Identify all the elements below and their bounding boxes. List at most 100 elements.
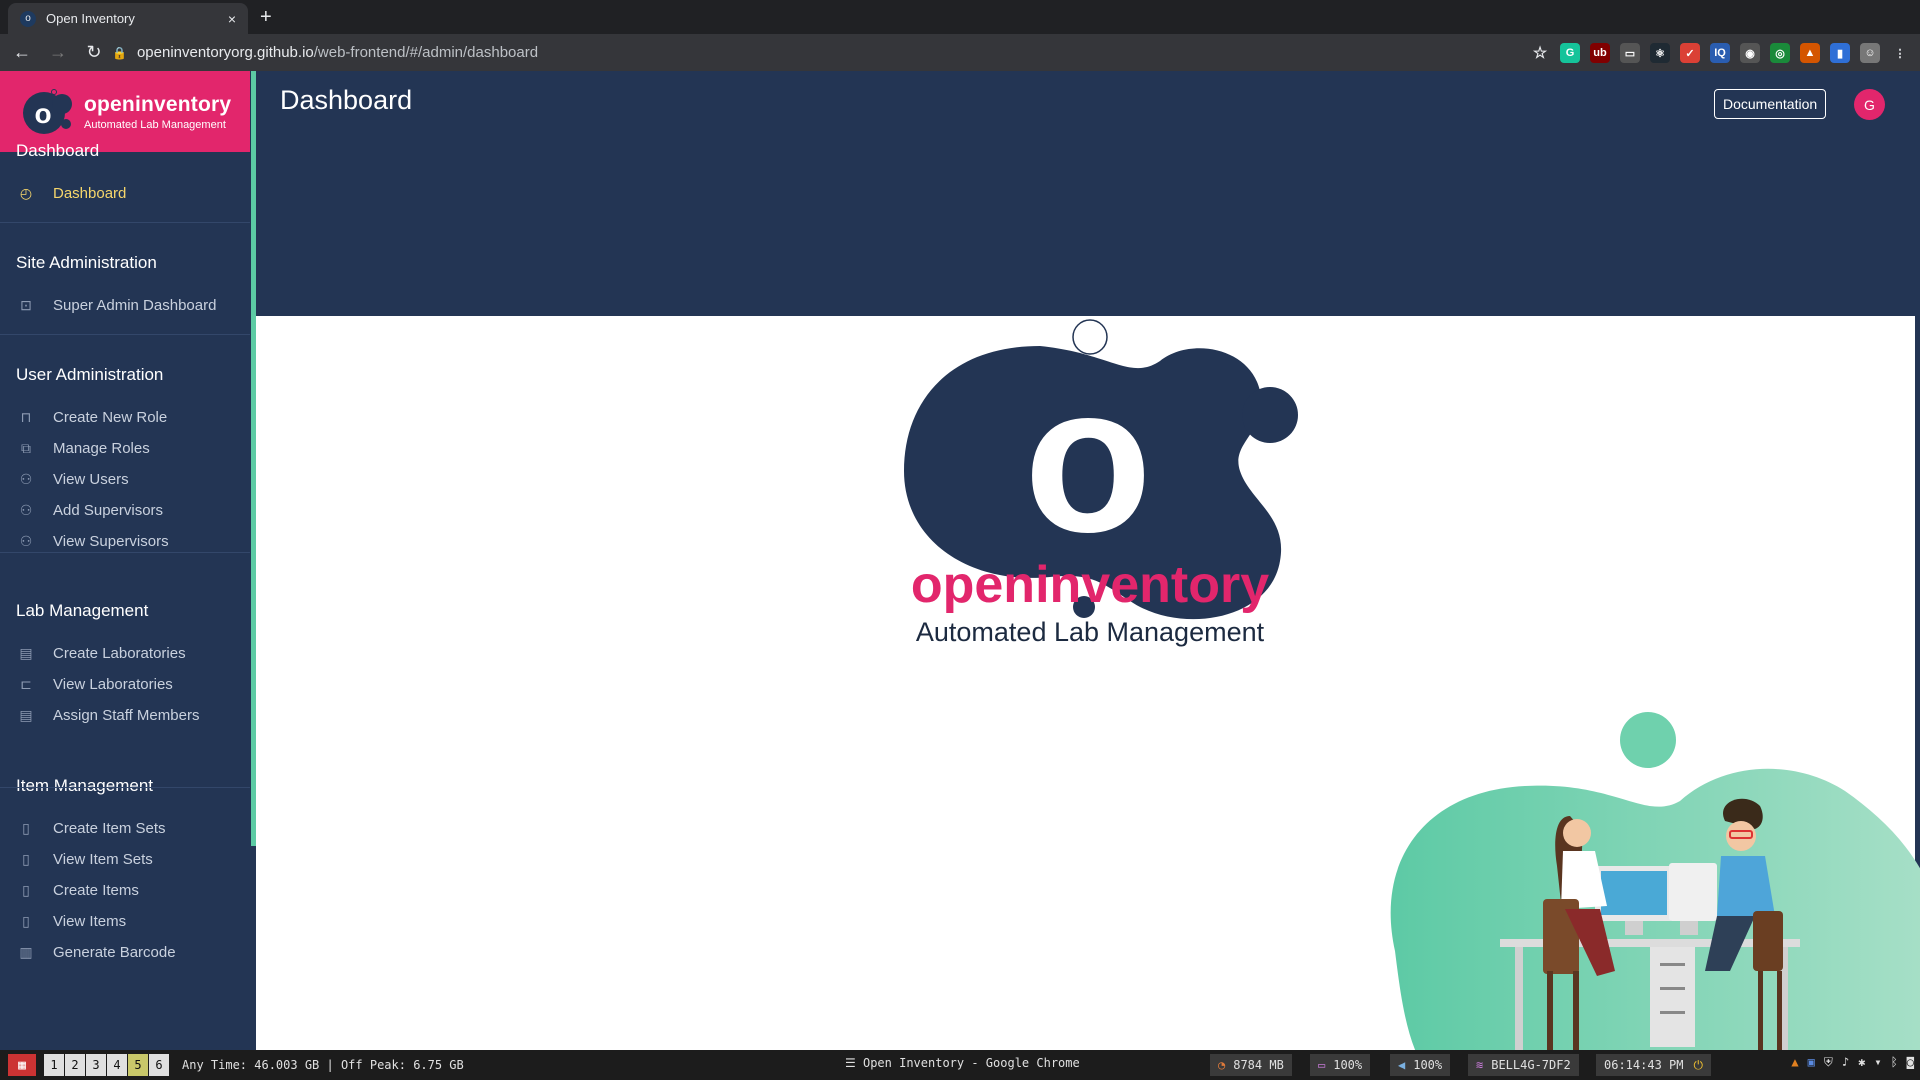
- sidebar-item-label: Create Items: [53, 882, 139, 899]
- memory-indicator: ◔ 8784 MB: [1210, 1054, 1292, 1076]
- system-taskbar: ▦ 123456 Any Time: 46.003 GB | Off Peak:…: [0, 1050, 1920, 1080]
- network-icon[interactable]: ▾: [1874, 1055, 1881, 1070]
- bookmark-ext-icon[interactable]: ▮: [1830, 43, 1850, 63]
- sidebar-section-dashboard: Dashboard ◴ Dashboard: [0, 141, 250, 209]
- user-icon: ⚇: [19, 502, 33, 518]
- discord-icon[interactable]: ◙: [1907, 1055, 1914, 1070]
- volume-indicator[interactable]: ◀ 100%: [1390, 1054, 1451, 1076]
- sidebar-heading: Dashboard: [16, 141, 100, 160]
- sidebar-item-label: Generate Barcode: [53, 944, 176, 961]
- office-illustration: [1390, 712, 1920, 1050]
- clock: 06:14:43 PM ⏻: [1596, 1054, 1711, 1076]
- sidebar-item-label: Create Laboratories: [53, 645, 186, 662]
- id-card-icon: ▤: [19, 707, 33, 723]
- url-host: openinventoryorg.github.io: [136, 44, 314, 61]
- sidebar-item-create-items[interactable]: ▯ Create Items: [0, 875, 250, 906]
- speaker-icon[interactable]: ♪: [1842, 1055, 1849, 1070]
- dashboard-icon: ◴: [19, 185, 33, 201]
- shield-icon[interactable]: ⛨: [1824, 1055, 1833, 1070]
- power-icon[interactable]: ⏻: [1693, 1058, 1703, 1073]
- file-icon: ▯: [22, 820, 30, 836]
- tab-title: Open Inventory: [46, 11, 135, 26]
- sidebar-item-view-users[interactable]: ⚇ View Users: [0, 464, 250, 495]
- sidebar-heading: Lab Management: [16, 601, 149, 620]
- react-devtools-icon[interactable]: ⚛: [1650, 43, 1670, 63]
- ublock-icon[interactable]: ub: [1590, 43, 1610, 63]
- workspace-3[interactable]: 3: [86, 1054, 106, 1076]
- extensions-area: ☆ Gub ▭ ⚛ ✓ IQ ◉ ◎ ▲ ▮ ☺ ⋮: [1530, 40, 1910, 66]
- sidebar-item-view-laboratories[interactable]: ⊏ View Laboratories: [0, 669, 250, 700]
- window-title-text: Open Inventory - Google Chrome: [862, 1056, 1080, 1070]
- back-icon[interactable]: ←: [8, 42, 36, 63]
- svg-text:o: o: [34, 98, 51, 129]
- wifi-text: BELL4G-7DF2: [1491, 1058, 1571, 1072]
- forward-icon[interactable]: →: [44, 42, 72, 63]
- sidebar-item-assign-staff-members[interactable]: ▤ Assign Staff Members: [0, 700, 250, 731]
- workspace-switcher: 123456: [44, 1054, 170, 1076]
- bookmark-star-icon[interactable]: ☆: [1530, 43, 1550, 63]
- screen-icon[interactable]: ▭: [1620, 43, 1640, 63]
- menu-icon[interactable]: ▦: [8, 1054, 36, 1076]
- browser-tabstrip: o Open Inventory × +: [0, 0, 1920, 34]
- wifi-indicator[interactable]: ≋ BELL4G-7DF2: [1468, 1054, 1579, 1076]
- usage-text: Any Time: 46.003 GB | Off Peak: 6.75 GB: [182, 1058, 464, 1072]
- sidebar-item-create-laboratories[interactable]: ▤ Create Laboratories: [0, 638, 250, 669]
- sidebar-item-label: Create New Role: [53, 409, 168, 426]
- tab-close-icon[interactable]: ×: [228, 11, 236, 27]
- wifi-icon: ≋: [1476, 1058, 1484, 1072]
- tray-icons: ▲ ▣ ⛨ ♪ ✱ ▾ ᛒ ◙: [1791, 1055, 1914, 1070]
- sidebar-item-super-admin-dashboard[interactable]: ⊡ Super Admin Dashboard: [0, 290, 250, 321]
- grammarly-icon[interactable]: G: [1560, 43, 1580, 63]
- sidebar-divider: [0, 222, 250, 223]
- browser-tab[interactable]: o Open Inventory ×: [8, 3, 248, 34]
- sidebar-item-manage-roles[interactable]: ⧉ Manage Roles: [0, 433, 250, 464]
- sidebar-item-view-item-sets[interactable]: ▯ View Item Sets: [0, 844, 250, 875]
- active-window-title[interactable]: ☰ Open Inventory - Google Chrome: [845, 1056, 1080, 1070]
- reload-icon[interactable]: ↻: [80, 42, 108, 63]
- workspace-5[interactable]: 5: [128, 1054, 148, 1076]
- battery-indicator: ▭ 100%: [1310, 1054, 1371, 1076]
- memory-text: 8784 MB: [1233, 1058, 1284, 1072]
- barcode-icon: ▥: [19, 944, 33, 960]
- workspace-4[interactable]: 4: [107, 1054, 127, 1076]
- sidebar-item-dashboard[interactable]: ◴ Dashboard: [0, 178, 250, 209]
- new-tab-button[interactable]: +: [260, 6, 272, 29]
- workspace-2[interactable]: 2: [65, 1054, 85, 1076]
- lock-icon: ⊓: [20, 409, 32, 425]
- hero-title: openinventory: [910, 556, 1270, 614]
- slack-icon[interactable]: ✱: [1858, 1055, 1865, 1070]
- sidebar-item-generate-barcode[interactable]: ▥ Generate Barcode: [0, 937, 250, 968]
- zoom-icon[interactable]: ▣: [1808, 1055, 1815, 1070]
- sidebar-heading: Site Administration: [16, 253, 157, 272]
- bluetooth-icon[interactable]: ᛒ: [1891, 1055, 1898, 1070]
- sidebar-item-create-new-role[interactable]: ⊓ Create New Role: [0, 402, 250, 433]
- sidebar-section-item-management: Item Management ▯ Create Item Sets ▯ View It…: [0, 776, 250, 968]
- window-icon: ☰: [845, 1056, 863, 1070]
- sidebar-heading: User Administration: [16, 365, 164, 384]
- todoist-icon[interactable]: ✓: [1680, 43, 1700, 63]
- extension-icon[interactable]: ◉: [1740, 43, 1760, 63]
- address-bar[interactable]: 🔒 openinventoryorg.github.io /web-fronte…: [112, 39, 1502, 66]
- sidebar-item-label: Manage Roles: [53, 440, 150, 457]
- battery-icon: ▭: [1318, 1058, 1326, 1072]
- fire-icon[interactable]: ▲: [1800, 43, 1820, 63]
- brand-header[interactable]: o openinventory Automated Lab Management: [0, 71, 250, 152]
- roles-icon: ⧉: [21, 440, 31, 456]
- iq-icon[interactable]: IQ: [1710, 43, 1730, 63]
- browser-menu-icon[interactable]: ⋮: [1890, 43, 1910, 63]
- page-title: Dashboard: [280, 85, 413, 115]
- profile-icon[interactable]: ☺: [1860, 43, 1880, 63]
- sidebar-item-create-item-sets[interactable]: ▯ Create Item Sets: [0, 813, 250, 844]
- target-icon[interactable]: ◎: [1770, 43, 1790, 63]
- documentation-button[interactable]: Documentation: [1714, 89, 1827, 119]
- sidebar-item-view-items[interactable]: ▯ View Items: [0, 906, 250, 937]
- sidebar-item-label: View Supervisors: [53, 533, 169, 550]
- sidebar-item-add-supervisors[interactable]: ⚇ Add Supervisors: [0, 495, 250, 526]
- file-icon: ▯: [22, 913, 30, 929]
- laptop-icon: ⊏: [20, 676, 32, 692]
- avatar[interactable]: G: [1854, 89, 1885, 120]
- vlc-icon[interactable]: ▲: [1791, 1055, 1798, 1070]
- workspace-1[interactable]: 1: [44, 1054, 64, 1076]
- battery-text: 100%: [1333, 1058, 1363, 1072]
- workspace-6[interactable]: 6: [149, 1054, 169, 1076]
